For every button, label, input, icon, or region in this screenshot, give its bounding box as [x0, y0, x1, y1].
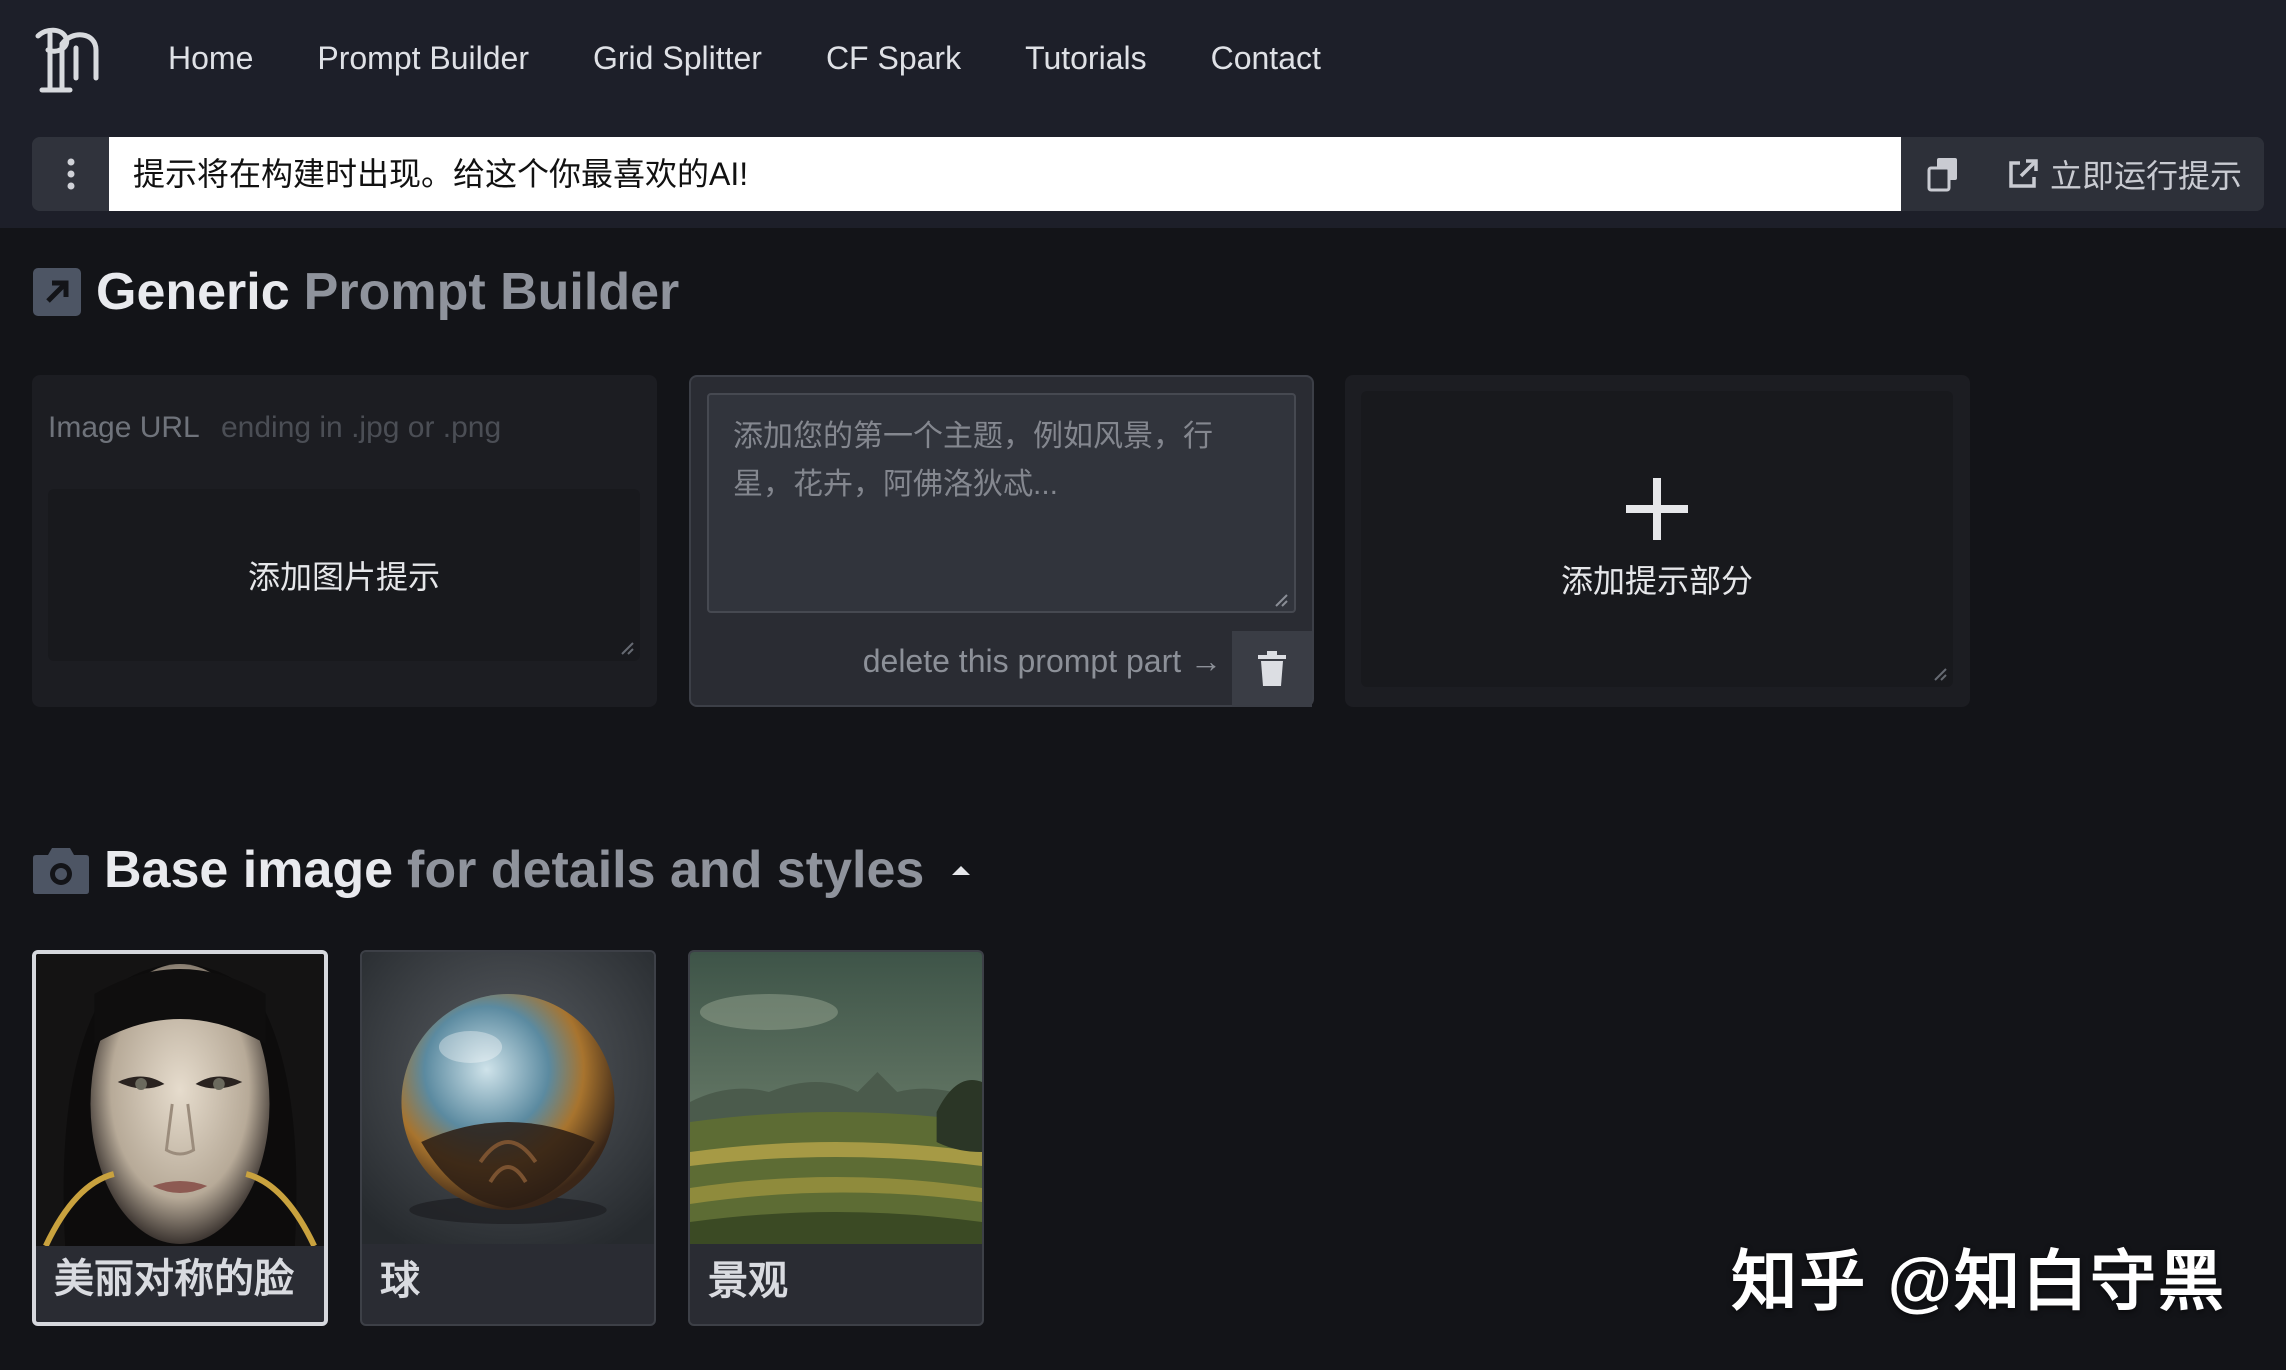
landscape-image [690, 952, 982, 1244]
image-prompt-card: Image URL ending in .jpg or .png 添加图片提示 [32, 375, 657, 707]
nav-home[interactable]: Home [168, 34, 253, 82]
plus-icon [1626, 478, 1688, 540]
add-prompt-part-button[interactable]: 添加提示部分 [1361, 391, 1953, 687]
copy-icon [1927, 158, 1957, 192]
nav-tutorials[interactable]: Tutorials [1025, 34, 1147, 82]
trash-icon [1258, 651, 1286, 686]
run-prompt-button[interactable]: 立即运行提示 [1984, 137, 2264, 211]
resize-grip-icon[interactable] [1933, 667, 1947, 681]
add-image-prompt-area[interactable]: 添加图片提示 [48, 489, 640, 661]
base-image-title-muted: for details and styles [407, 841, 925, 899]
resize-grip-icon[interactable] [620, 641, 634, 655]
base-image-thumbnails: 美丽对称的脸 球 景观 [32, 950, 984, 1326]
run-prompt-label: 立即运行提示 [2049, 158, 2242, 194]
external-link-icon [2009, 159, 2038, 188]
thumbnail-label: 球 [380, 1259, 420, 1303]
camera-icon [33, 848, 89, 894]
main-nav: Home Prompt Builder Grid Splitter CF Spa… [168, 34, 1385, 82]
caret-up-icon[interactable] [950, 863, 972, 877]
thumbnail-landscape[interactable]: 景观 [688, 950, 984, 1326]
thumbnail-label: 美丽对称的脸 [54, 1257, 294, 1301]
nav-grid-splitter[interactable]: Grid Splitter [593, 34, 762, 82]
builder-title: Generic Prompt Builder [32, 262, 679, 322]
nav-prompt-builder[interactable]: Prompt Builder [317, 34, 529, 82]
thumbnail-label: 景观 [708, 1259, 788, 1303]
copy-prompt-button[interactable] [1901, 137, 1984, 211]
prompt-output-bar: 提示将在构建时出现。给这个你最喜欢的AI! 立即运行提示 [32, 137, 2264, 211]
image-url-field[interactable]: Image URL ending in .jpg or .png [48, 411, 501, 445]
prompt-output-text[interactable]: 提示将在构建时出现。给这个你最喜欢的AI! [109, 137, 1901, 211]
sphere-image [362, 952, 654, 1244]
add-image-prompt-label: 添加图片提示 [247, 559, 440, 595]
prompt-part-textarea[interactable]: 添加您的第一个主题，例如风景，行星，花卉，阿佛洛狄忒... [707, 393, 1296, 613]
base-image-title[interactable]: Base image for details and styles [32, 840, 972, 900]
thumbnail-sphere[interactable]: 球 [360, 950, 656, 1326]
nav-contact[interactable]: Contact [1211, 34, 1321, 82]
add-prompt-part-label: 添加提示部分 [1560, 563, 1753, 599]
prompt-menu-button[interactable] [32, 137, 109, 211]
arrow-up-right-square-icon [33, 268, 81, 316]
face-image [36, 954, 324, 1246]
delete-prompt-part-button[interactable] [1232, 631, 1312, 707]
thumbnail-symmetric-face[interactable]: 美丽对称的脸 [32, 950, 328, 1326]
kebab-menu-icon [67, 158, 74, 190]
resize-grip-icon[interactable] [1274, 593, 1288, 607]
watermark-text: 知乎 @知白守黑 [1731, 1244, 2226, 1318]
builder-title-muted: Prompt Builder [303, 263, 680, 321]
top-navbar: Home Prompt Builder Grid Splitter CF Spa… [0, 0, 2286, 228]
delete-prompt-part-label: delete this prompt part → [862, 643, 1222, 679]
image-url-label: Image URL [48, 411, 199, 444]
text-prompt-card: 添加您的第一个主题，例如风景，行星，花卉，阿佛洛狄忒... delete thi… [689, 375, 1314, 707]
base-image-title-strong: Base image [104, 841, 394, 899]
builder-title-strong: Generic [96, 263, 290, 321]
add-prompt-part-card: 添加提示部分 [1345, 375, 1970, 707]
site-logo[interactable] [32, 20, 106, 96]
image-url-placeholder: ending in .jpg or .png [220, 411, 502, 444]
nav-cf-spark[interactable]: CF Spark [826, 34, 961, 82]
